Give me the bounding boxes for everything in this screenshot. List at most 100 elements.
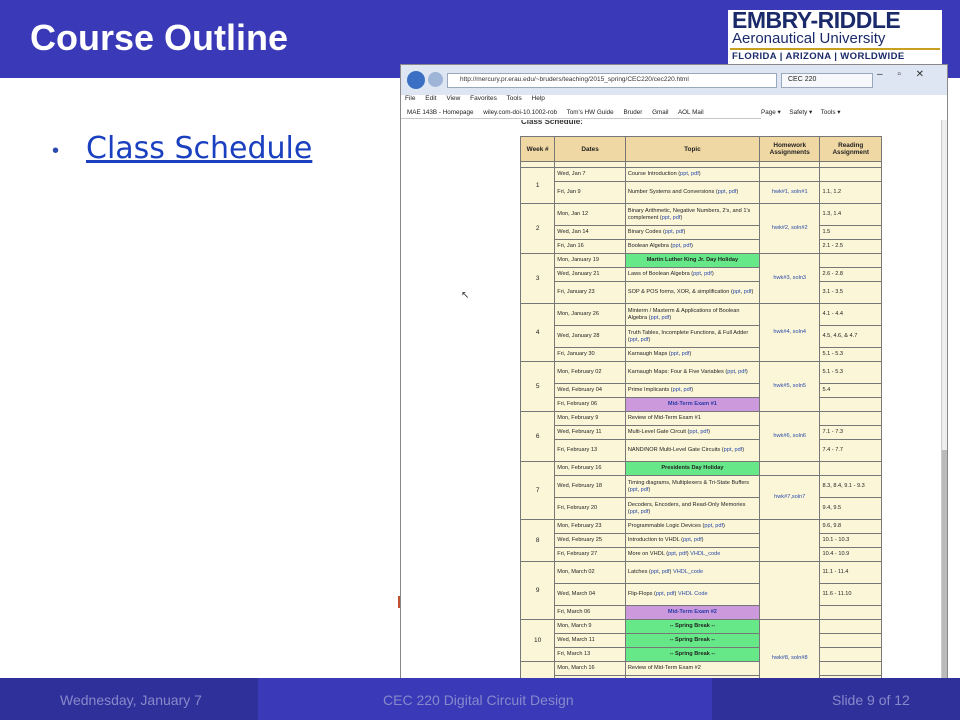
mouse-cursor-icon: ↖ (461, 290, 470, 301)
date-cell: Wed, March 11 (554, 633, 626, 648)
menu-edit[interactable]: Edit (425, 95, 436, 102)
browser-screenshot: http://mercury.pr.erau.edu/~bruders/teac… (400, 64, 948, 698)
exam-cell: Mid-Term Exam #1 (624, 397, 760, 412)
favorite-item[interactable]: MAE 143B - Homepage (407, 109, 474, 116)
topic-cell: Latches (ppt, pdf) VHDL_code (624, 561, 760, 584)
favorite-item[interactable]: Tom's HW Guide (567, 109, 614, 116)
slide-title: Course Outline (30, 17, 289, 58)
topic-cell: Flip-Flops (ppt, pdf) VHDL Code (624, 583, 760, 606)
menu-tools[interactable]: Tools (507, 95, 522, 102)
favorite-item[interactable]: Gmail (652, 109, 668, 116)
week-cell: 9 (519, 561, 556, 620)
week-cell: 7 (519, 461, 556, 520)
date-cell: Mon, February 02 (554, 361, 626, 384)
date-cell: Fri, February 20 (554, 497, 626, 520)
homework-cell[interactable]: hwk#3, soln3 (758, 253, 821, 304)
holiday-cell: -- Spring Break -- (624, 647, 760, 662)
topic-cell: Prime Implicants (ppt, pdf) (624, 383, 760, 398)
favorite-item[interactable]: Bruder (623, 109, 642, 116)
favorite-item[interactable]: wiley.com-doi-10.1002-rob (483, 109, 557, 116)
header-dates: Dates (554, 136, 626, 162)
back-icon[interactable] (407, 71, 425, 89)
bullet-icon: • (52, 140, 60, 162)
homework-cell[interactable]: hwk#2, soln#2 (758, 203, 821, 254)
date-cell: Wed, February 25 (554, 533, 626, 548)
header-homework: Homework Assignments (758, 136, 821, 162)
week-cell: 2 (519, 203, 556, 254)
reading-cell: 3.1 - 3.5 (819, 281, 882, 304)
browser-tab[interactable]: CEC 220 (781, 73, 873, 88)
homework-cell[interactable]: hwk#4, soln4 (758, 303, 821, 362)
reading-cell (819, 167, 882, 182)
date-cell: Mon, January 19 (554, 253, 626, 268)
homework-cell (758, 461, 821, 476)
holiday-cell: -- Spring Break -- (624, 633, 760, 648)
date-cell: Mon, February 23 (554, 519, 626, 534)
slide: Course Outline EMBRY-RIDDLE Aeronautical… (0, 0, 960, 720)
menu-view[interactable]: View (446, 95, 460, 102)
week-cell: 8 (519, 519, 556, 562)
topic-cell: More on VHDL (ppt, pdf) VHDL_code (624, 547, 760, 562)
header-week: Week # (519, 136, 556, 162)
homework-cell[interactable]: hwk#1, soln#1 (758, 181, 821, 204)
date-cell: Wed, Jan 7 (554, 167, 626, 182)
menu-favorites[interactable]: Favorites (470, 95, 497, 102)
reading-cell: 7.1 - 7.3 (819, 425, 882, 440)
class-schedule-link[interactable]: Class Schedule (86, 131, 312, 166)
date-cell: Mon, January 26 (554, 303, 626, 326)
date-cell: Mon, March 16 (554, 661, 626, 676)
reading-cell: 5.1 - 5.3 (819, 361, 882, 384)
reading-cell (819, 619, 882, 634)
homework-cell[interactable]: hwk#7,soln7 (758, 475, 821, 520)
exam-cell: Mid-Term Exam #2 (624, 605, 760, 620)
window-controls-icon[interactable]: – ▫ ✕ (877, 69, 930, 80)
date-cell: Fri, Jan 9 (554, 181, 626, 204)
reading-cell: 1.5 (819, 225, 882, 240)
address-bar[interactable]: http://mercury.pr.erau.edu/~bruders/teac… (447, 73, 777, 88)
topic-cell: Number Systems and Conversions (ppt, pdf… (624, 181, 760, 204)
topic-cell: Introduction to VHDL (ppt, pdf) (624, 533, 760, 548)
date-cell: Fri, February 06 (554, 397, 626, 412)
footer-course: CEC 220 Digital Circuit Design (383, 692, 574, 708)
date-cell: Fri, March 06 (554, 605, 626, 620)
week-cell: 3 (519, 253, 556, 304)
topic-cell: Laws of Boolean Algebra (ppt, pdf) (624, 267, 760, 282)
logo-line-3: FLORIDA | ARIZONA | WORLDWIDE (732, 51, 905, 62)
menu-help[interactable]: Help (532, 95, 545, 102)
topic-cell: Review of Mid-Term Exam #2 (624, 661, 760, 676)
reading-cell: 1.3, 1.4 (819, 203, 882, 226)
reading-cell: 4.1 - 4.4 (819, 303, 882, 326)
logo-line-2: Aeronautical University (732, 30, 886, 47)
reading-cell: 1.1, 1.2 (819, 181, 882, 204)
topic-cell: Review of Mid-Term Exam #1 (624, 411, 760, 426)
scrollbar[interactable] (941, 120, 947, 697)
menu-file[interactable]: File (405, 95, 415, 102)
homework-cell[interactable]: hwk#5, soln5 (758, 361, 821, 412)
week-cell: 10 (519, 619, 556, 662)
date-cell: Mon, March 9 (554, 619, 626, 634)
homework-cell[interactable]: hwk#6, soln6 (758, 411, 821, 462)
date-cell: Mon, March 02 (554, 561, 626, 584)
reading-cell (819, 647, 882, 662)
date-cell: Fri, February 27 (554, 547, 626, 562)
forward-icon[interactable] (428, 72, 443, 87)
date-cell: Mon, February 16 (554, 461, 626, 476)
topic-cell: Course Introduction (ppt, pdf) (624, 167, 760, 182)
holiday-cell: Presidents Day Holiday (624, 461, 760, 476)
reading-cell (819, 411, 882, 426)
date-cell: Fri, January 30 (554, 347, 626, 362)
safety-menu[interactable]: Safety ▾ (789, 109, 812, 116)
page-menu[interactable]: Page ▾ (761, 109, 781, 116)
reading-cell (819, 461, 882, 476)
command-bar: Page ▾ Safety ▾ Tools ▾ (761, 106, 947, 119)
week-cell: 5 (519, 361, 556, 412)
tools-menu[interactable]: Tools ▾ (821, 109, 841, 116)
reading-cell: 5.4 (819, 383, 882, 398)
reading-cell (819, 605, 882, 620)
browser-titlebar: http://mercury.pr.erau.edu/~bruders/teac… (401, 65, 947, 95)
scrollbar-thumb[interactable] (942, 450, 947, 690)
reading-cell (819, 253, 882, 268)
topic-cell: NAND/NOR Multi-Level Gate Circuits (ppt,… (624, 439, 760, 462)
favorite-item[interactable]: AOL Mail (678, 109, 704, 116)
date-cell: Fri, February 13 (554, 439, 626, 462)
